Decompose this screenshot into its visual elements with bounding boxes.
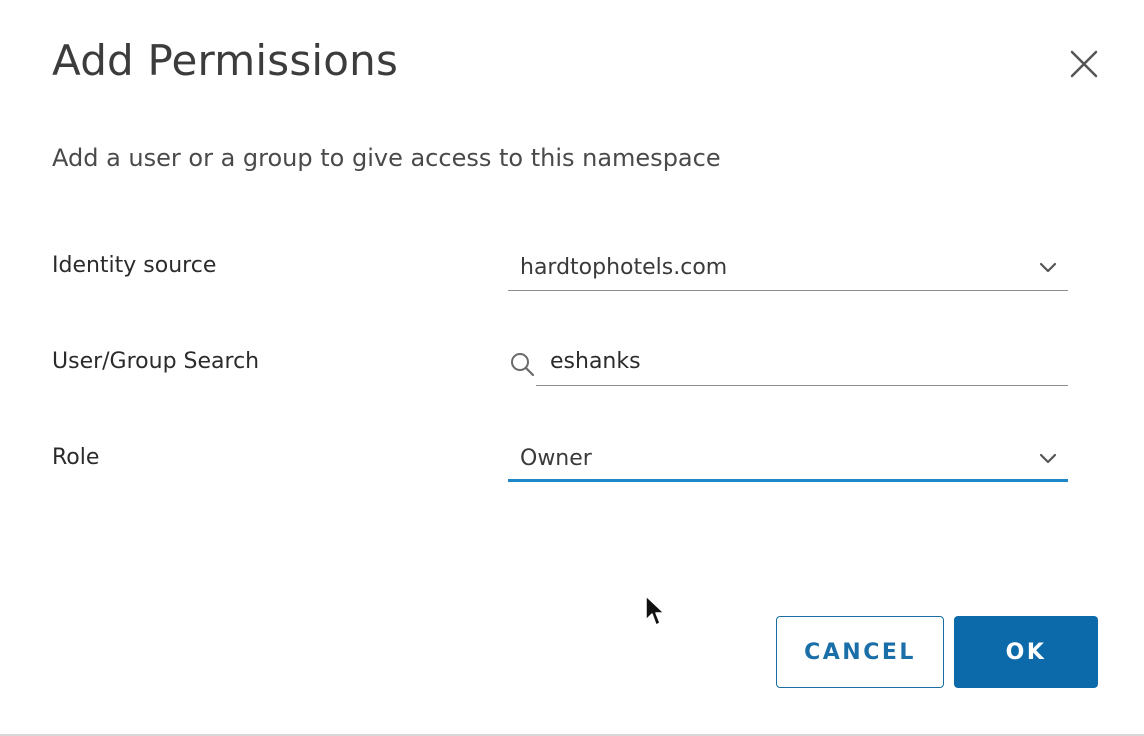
role-select[interactable]: Owner: [508, 440, 1068, 482]
close-icon: [1070, 50, 1098, 78]
user-group-search-input[interactable]: [536, 344, 1068, 386]
dialog-subtitle: Add a user or a group to give access to …: [52, 144, 721, 172]
add-permissions-dialog: Add Permissions Add a user or a group to…: [0, 0, 1144, 736]
identity-source-select[interactable]: hardtophotels.com: [508, 249, 1068, 291]
identity-source-value: hardtophotels.com: [520, 255, 728, 280]
role-label: Role: [52, 445, 100, 470]
role-value: Owner: [520, 446, 592, 471]
identity-source-label: Identity source: [52, 253, 217, 278]
cancel-button[interactable]: CANCEL: [776, 616, 944, 688]
dialog-title: Add Permissions: [52, 36, 399, 85]
user-group-search-label: User/Group Search: [52, 349, 260, 374]
search-icon: [511, 353, 535, 377]
ok-button[interactable]: OK: [954, 616, 1098, 688]
close-button[interactable]: [1066, 46, 1102, 82]
chevron-down-icon: [1039, 262, 1057, 273]
chevron-down-icon: [1039, 453, 1057, 464]
mouse-cursor-icon: [645, 595, 665, 626]
